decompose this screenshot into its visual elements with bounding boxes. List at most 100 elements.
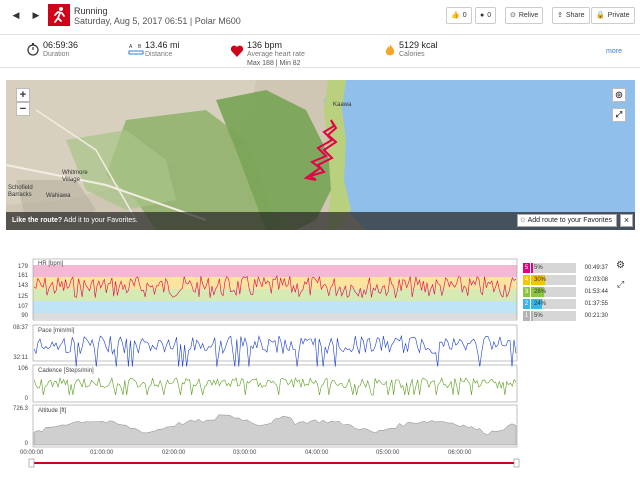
map-place-label: Wahiawa bbox=[46, 193, 71, 199]
duration-label: Duration bbox=[43, 51, 70, 58]
hr-axis-tick: 90 bbox=[21, 313, 28, 319]
lock-icon: 🔒 bbox=[596, 12, 605, 19]
relive-label: Relive bbox=[518, 12, 539, 19]
hr-zone-number: 3 bbox=[523, 287, 530, 297]
like-count: 0 bbox=[462, 12, 467, 19]
distance-icon: A B bbox=[128, 44, 144, 55]
hr-zone-time: 01:37:55 bbox=[584, 301, 608, 307]
activity-sport-title: Running bbox=[74, 6, 108, 16]
close-icon[interactable]: × bbox=[620, 214, 633, 227]
hr-axis-tick: 125 bbox=[17, 294, 28, 300]
hr-zone-percent: 5% bbox=[534, 265, 543, 271]
hr-zone-3-band bbox=[33, 289, 517, 301]
like-route-prompt-rest: Add it to your Favorites. bbox=[63, 217, 138, 224]
hr-axis-tick: 161 bbox=[17, 273, 28, 279]
pace-trace bbox=[33, 334, 517, 367]
cadence-axis-bottom: 0 bbox=[24, 396, 28, 402]
calories-stat: 5129 kcal Calories bbox=[399, 40, 438, 59]
svg-text:B: B bbox=[138, 44, 142, 50]
share-label: Share bbox=[565, 12, 585, 19]
altitude-axis-bottom: 0 bbox=[24, 441, 28, 447]
hr-zone-number: 1 bbox=[523, 311, 530, 321]
heart-rate-label: Average heart rate bbox=[247, 51, 305, 58]
duration-stat: 06:59:36 Duration bbox=[43, 40, 78, 59]
time-axis-tick: 00:00:00 bbox=[20, 450, 44, 456]
star-icon: ☆ bbox=[519, 217, 526, 224]
svg-text:A: A bbox=[129, 44, 133, 50]
play-circle-icon: ⊙ bbox=[510, 12, 516, 19]
activity-charts: 179 161 143 125 107 90 HR [bpm] 08:37 32… bbox=[0, 255, 640, 477]
cadence-trace bbox=[33, 376, 517, 396]
comment-button[interactable]: ● 0 bbox=[475, 7, 497, 24]
activity-summary: 06:59:36 Duration A B 13.46 mi Distance … bbox=[0, 34, 640, 68]
heart-rate-max-min: Max 188 | Min 82 bbox=[247, 60, 301, 67]
heart-rate-value: 136 bpm bbox=[247, 40, 283, 50]
flame-icon bbox=[385, 44, 395, 56]
chart-fullscreen-icon[interactable]: ⤢ bbox=[617, 279, 624, 290]
fullscreen-icon[interactable]: ⤢ bbox=[612, 108, 626, 122]
comment-icon: ● bbox=[480, 12, 485, 19]
zoom-out-button[interactable]: − bbox=[16, 102, 30, 116]
time-axis-tick: 03:00:00 bbox=[233, 450, 257, 456]
altitude-area bbox=[33, 414, 517, 446]
pace-axis-top: 08:37 bbox=[12, 325, 28, 331]
favorite-route-bar: Like the route? Add it to your Favorites… bbox=[6, 212, 635, 230]
hr-zone-percent: 28% bbox=[534, 289, 547, 295]
map-place-label: Whitmore Village bbox=[62, 170, 88, 183]
hr-zone-time: 00:21:30 bbox=[584, 313, 608, 319]
more-stats-link[interactable]: more bbox=[606, 48, 622, 55]
zoom-in-button[interactable]: + bbox=[16, 88, 30, 102]
add-route-label: Add route to your Favorites bbox=[527, 217, 612, 224]
privacy-button[interactable]: 🔒 Private bbox=[591, 7, 635, 24]
map-place-label: Kaawa bbox=[333, 102, 352, 108]
cadence-chart-label: Cadence [Steps/min] bbox=[38, 368, 94, 374]
cadence-axis-top: 106 bbox=[17, 366, 28, 372]
share-icon: ⇪ bbox=[557, 12, 563, 19]
like-button[interactable]: 👍 0 bbox=[446, 7, 472, 24]
locate-icon[interactable]: ◎ bbox=[612, 88, 626, 102]
time-slider-end-handle[interactable] bbox=[513, 458, 520, 468]
next-arrow-icon[interactable]: ▶ bbox=[30, 8, 42, 22]
like-route-prompt: Like the route? Add it to your Favorites… bbox=[12, 217, 138, 224]
altitude-chart-label: Altitude [ft] bbox=[38, 408, 67, 414]
time-axis-tick: 02:00:00 bbox=[162, 450, 186, 456]
distance-label: Distance bbox=[145, 51, 173, 58]
map-place-label: Schofield Barracks bbox=[8, 185, 33, 198]
chart-settings-icon[interactable]: ⚙ bbox=[616, 260, 625, 271]
running-sport-icon bbox=[48, 4, 70, 26]
map-terrain bbox=[6, 80, 635, 230]
hr-zone-2-band bbox=[33, 301, 517, 313]
hr-zone-time: 00:49:37 bbox=[584, 265, 608, 271]
hr-zone-number: 5 bbox=[523, 263, 530, 273]
time-slider-start-handle[interactable] bbox=[28, 458, 35, 468]
pace-chart-label: Pace [min/mi] bbox=[38, 328, 75, 334]
hr-zone-percent: 5% bbox=[534, 313, 543, 319]
share-button[interactable]: ⇪ Share bbox=[552, 7, 590, 24]
route-map[interactable]: + − Kaawa Whitmore Village Wahiawa Schof… bbox=[6, 80, 635, 230]
thumbs-up-icon: 👍 bbox=[451, 12, 460, 19]
heart-rate-stat: 136 bpm Average heart rate Max 188 | Min… bbox=[247, 40, 305, 68]
heart-icon bbox=[230, 45, 244, 57]
hr-zone-percent: 30% bbox=[534, 277, 547, 283]
hr-zone-time: 01:53:44 bbox=[584, 289, 608, 295]
relive-button[interactable]: ⊙ Relive bbox=[505, 7, 544, 24]
hr-zone-percent: 24% bbox=[534, 301, 547, 307]
activity-subtitle: Saturday, Aug 5, 2017 06:51 | Polar M600 bbox=[74, 16, 241, 26]
hr-zone-5-band bbox=[33, 265, 517, 277]
top-bar: ◀ ▶ Running Saturday, Aug 5, 2017 06:51 … bbox=[0, 0, 640, 33]
duration-value: 06:59:36 bbox=[43, 40, 79, 50]
time-axis-tick: 05:00:00 bbox=[376, 450, 400, 456]
hr-axis-tick: 143 bbox=[17, 283, 28, 289]
time-axis-tick: 06:00:00 bbox=[448, 450, 472, 456]
comment-count: 0 bbox=[487, 12, 492, 19]
hr-zone-1-band bbox=[33, 313, 517, 319]
time-axis-tick: 04:00:00 bbox=[305, 450, 329, 456]
like-route-prompt-bold: Like the route? bbox=[12, 217, 63, 224]
calories-label: Calories bbox=[399, 51, 425, 58]
stopwatch-icon bbox=[27, 43, 39, 56]
add-route-favorites-button[interactable]: ☆ Add route to your Favorites bbox=[516, 214, 617, 227]
pace-axis-bottom: 32:11 bbox=[13, 355, 28, 361]
time-axis-tick: 01:00:00 bbox=[90, 450, 114, 456]
hr-zone-number: 2 bbox=[523, 299, 530, 309]
previous-arrow-icon[interactable]: ◀ bbox=[10, 8, 22, 22]
